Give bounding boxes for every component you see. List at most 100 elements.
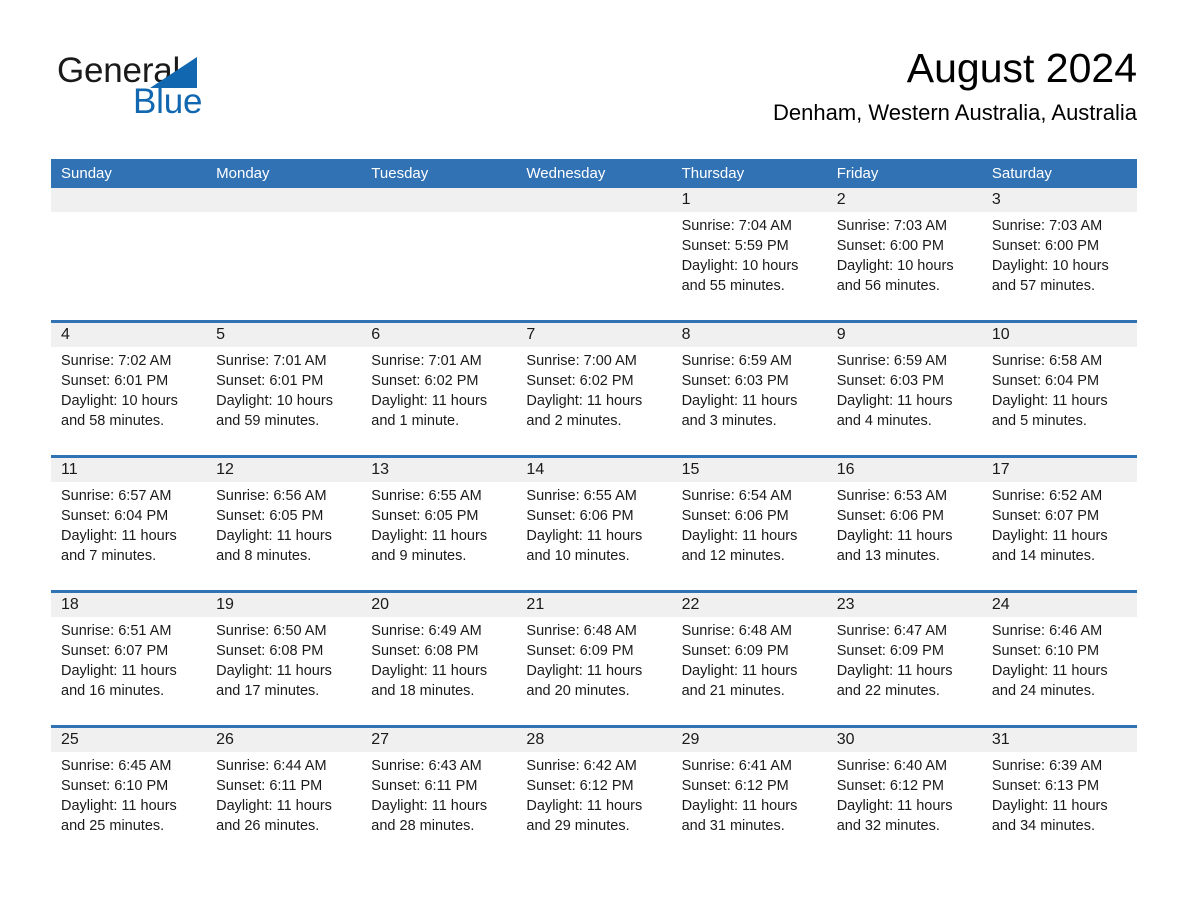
day-sun-info: Sunrise: 7:01 AM Sunset: 6:01 PM Daylight:… [206, 347, 361, 431]
day-sunrise: Sunrise: 7:04 AM [681, 218, 792, 234]
day-number: 11 [51, 458, 207, 482]
day-cell-27[interactable]: 27 Sunrise: 6:43 AM Sunset: 6:11 PM Dayligh… [361, 728, 517, 860]
day-daylight-line1: Daylight: 11 hours [836, 663, 953, 679]
day-sunset: Sunset: 6:02 PM [371, 373, 479, 389]
day-number: 13 [361, 458, 517, 482]
day-daylight-line1: Daylight: 11 hours [371, 528, 488, 544]
day-cell-26[interactable]: 26 Sunrise: 6:44 AM Sunset: 6:11 PM Dayligh… [206, 728, 362, 860]
day-sunrise: Sunrise: 6:39 AM [991, 758, 1103, 774]
day-sun-info: Sunrise: 7:04 AM Sunset: 5:59 PM Daylight:… [672, 212, 827, 296]
day-cell-empty [361, 188, 517, 320]
day-daylight-line2: and 8 minutes. [216, 548, 312, 564]
day-sunset: Sunset: 6:12 PM [681, 778, 789, 794]
day-cell-7[interactable]: 7 Sunrise: 7:00 AM Sunset: 6:02 PM Daylight… [516, 323, 672, 455]
day-sunrise: Sunrise: 6:45 AM [61, 758, 172, 774]
weekday-header-sunday: Sunday [61, 165, 112, 182]
day-number: 26 [206, 728, 362, 752]
day-sunrise: Sunrise: 6:40 AM [836, 758, 948, 774]
calendar-weeks: 1 Sunrise: 7:04 AM Sunset: 5:59 PM Daylight… [51, 188, 1137, 860]
day-daylight-line1: Daylight: 11 hours [216, 528, 332, 544]
day-daylight-line1: Daylight: 11 hours [61, 663, 177, 679]
day-daylight-line2: and 25 minutes. [61, 818, 165, 834]
day-cell-10[interactable]: 10 Sunrise: 6:58 AM Sunset: 6:04 PM Dayligh… [981, 323, 1137, 455]
day-sunrise: Sunrise: 6:49 AM [371, 623, 482, 639]
day-daylight-line2: and 56 minutes. [836, 278, 940, 294]
day-cell-12[interactable]: 12 Sunrise: 6:56 AM Sunset: 6:05 PM Dayligh… [206, 458, 362, 590]
day-cell-25[interactable]: 25 Sunrise: 6:45 AM Sunset: 6:10 PM Dayligh… [51, 728, 207, 860]
day-cell-24[interactable]: 24 Sunrise: 6:46 AM Sunset: 6:10 PM Dayligh… [981, 593, 1137, 725]
day-daylight-line2: and 13 minutes. [836, 548, 940, 564]
day-daylight-line1: Daylight: 11 hours [61, 528, 177, 544]
day-daylight-line2: and 18 minutes. [371, 683, 475, 699]
day-daylight-line2: and 22 minutes. [836, 683, 940, 699]
day-cell-14[interactable]: 14 Sunrise: 6:55 AM Sunset: 6:06 PM Dayligh… [516, 458, 672, 590]
day-daylight-line2: and 5 minutes. [991, 413, 1087, 429]
day-cell-16[interactable]: 16 Sunrise: 6:53 AM Sunset: 6:06 PM Dayligh… [826, 458, 982, 590]
day-cell-29[interactable]: 29 Sunrise: 6:41 AM Sunset: 6:12 PM Dayligh… [671, 728, 827, 860]
day-cell-empty [51, 188, 207, 320]
day-sun-info: Sunrise: 7:02 AM Sunset: 6:01 PM Daylight:… [51, 347, 206, 431]
day-daylight-line2: and 21 minutes. [681, 683, 785, 699]
day-daylight-line1: Daylight: 11 hours [371, 393, 488, 409]
day-cell-21[interactable]: 21 Sunrise: 6:48 AM Sunset: 6:09 PM Dayligh… [516, 593, 672, 725]
day-cell-2[interactable]: 2 Sunrise: 7:03 AM Sunset: 6:00 PM Daylight… [826, 188, 982, 320]
day-sun-info: Sunrise: 6:43 AM Sunset: 6:11 PM Daylight:… [361, 752, 516, 836]
day-sunset: Sunset: 6:05 PM [216, 508, 324, 524]
day-daylight-line1: Daylight: 11 hours [991, 798, 1108, 814]
day-sunrise: Sunrise: 6:59 AM [681, 353, 792, 369]
day-cell-9[interactable]: 9 Sunrise: 6:59 AM Sunset: 6:03 PM Daylight… [826, 323, 982, 455]
day-cell-5[interactable]: 5 Sunrise: 7:01 AM Sunset: 6:01 PM Daylight… [206, 323, 362, 455]
day-sunrise: Sunrise: 7:03 AM [836, 218, 948, 234]
day-daylight-line2: and 17 minutes. [216, 683, 320, 699]
day-cell-3[interactable]: 3 Sunrise: 7:03 AM Sunset: 6:00 PM Daylight… [981, 188, 1137, 320]
day-number: 1 [671, 188, 827, 212]
day-daylight-line1: Daylight: 11 hours [526, 798, 643, 814]
day-number: 3 [981, 188, 1137, 212]
day-sunrise: Sunrise: 6:51 AM [61, 623, 172, 639]
day-cell-30[interactable]: 30 Sunrise: 6:40 AM Sunset: 6:12 PM Dayligh… [826, 728, 982, 860]
day-cell-15[interactable]: 15 Sunrise: 6:54 AM Sunset: 6:06 PM Dayligh… [671, 458, 827, 590]
general-blue-logo[interactable]: General Blue [57, 52, 317, 124]
day-cell-4[interactable]: 4 Sunrise: 7:02 AM Sunset: 6:01 PM Daylight… [51, 323, 207, 455]
weekday-header-saturday: Saturday [991, 165, 1052, 182]
day-daylight-line1: Daylight: 10 hours [991, 258, 1109, 274]
day-daylight-line1: Daylight: 10 hours [836, 258, 954, 274]
day-cell-11[interactable]: 11 Sunrise: 6:57 AM Sunset: 6:04 PM Dayligh… [51, 458, 207, 590]
day-sun-info: Sunrise: 6:59 AM Sunset: 6:03 PM Daylight:… [827, 347, 982, 431]
day-sun-info: Sunrise: 6:57 AM Sunset: 6:04 PM Daylight:… [51, 482, 206, 566]
day-sunset: Sunset: 6:09 PM [681, 643, 789, 659]
day-daylight-line1: Daylight: 11 hours [371, 798, 488, 814]
day-cell-1[interactable]: 1 Sunrise: 7:04 AM Sunset: 5:59 PM Daylight… [671, 188, 827, 320]
day-sun-info: Sunrise: 6:54 AM Sunset: 6:06 PM Daylight:… [672, 482, 827, 566]
day-cell-23[interactable]: 23 Sunrise: 6:47 AM Sunset: 6:09 PM Dayligh… [826, 593, 982, 725]
day-sunset: Sunset: 6:02 PM [526, 373, 634, 389]
day-cell-6[interactable]: 6 Sunrise: 7:01 AM Sunset: 6:02 PM Daylight… [361, 323, 517, 455]
day-daylight-line2: and 26 minutes. [216, 818, 320, 834]
day-sunset: Sunset: 6:12 PM [836, 778, 944, 794]
day-daylight-line1: Daylight: 11 hours [681, 528, 798, 544]
day-cell-20[interactable]: 20 Sunrise: 6:49 AM Sunset: 6:08 PM Dayligh… [361, 593, 517, 725]
day-number: 12 [206, 458, 362, 482]
day-cell-8[interactable]: 8 Sunrise: 6:59 AM Sunset: 6:03 PM Daylight… [671, 323, 827, 455]
day-cell-28[interactable]: 28 Sunrise: 6:42 AM Sunset: 6:12 PM Dayligh… [516, 728, 672, 860]
day-cell-18[interactable]: 18 Sunrise: 6:51 AM Sunset: 6:07 PM Dayligh… [51, 593, 207, 725]
day-sun-info: Sunrise: 6:45 AM Sunset: 6:10 PM Daylight:… [51, 752, 206, 836]
day-cell-13[interactable]: 13 Sunrise: 6:55 AM Sunset: 6:05 PM Dayligh… [361, 458, 517, 590]
day-sunrise: Sunrise: 6:48 AM [681, 623, 792, 639]
day-daylight-line1: Daylight: 11 hours [681, 663, 798, 679]
day-cell-19[interactable]: 19 Sunrise: 6:50 AM Sunset: 6:08 PM Dayligh… [206, 593, 362, 725]
day-daylight-line1: Daylight: 11 hours [991, 663, 1108, 679]
day-sunset: Sunset: 6:05 PM [371, 508, 479, 524]
day-cell-31[interactable]: 31 Sunrise: 6:39 AM Sunset: 6:13 PM Dayligh… [981, 728, 1137, 860]
day-sunrise: Sunrise: 6:59 AM [836, 353, 948, 369]
day-cell-22[interactable]: 22 Sunrise: 6:48 AM Sunset: 6:09 PM Dayligh… [671, 593, 827, 725]
weekday-header-wednesday: Wednesday [526, 165, 606, 182]
day-number: 29 [671, 728, 827, 752]
day-sunrise: Sunrise: 6:55 AM [371, 488, 482, 504]
day-sun-info: Sunrise: 6:56 AM Sunset: 6:05 PM Daylight:… [206, 482, 361, 566]
day-number: 17 [981, 458, 1137, 482]
day-cell-17[interactable]: 17 Sunrise: 6:52 AM Sunset: 6:07 PM Dayligh… [981, 458, 1137, 590]
day-sunset: Sunset: 6:06 PM [526, 508, 634, 524]
day-sun-info: Sunrise: 6:55 AM Sunset: 6:05 PM Daylight:… [361, 482, 516, 566]
day-sunset: Sunset: 6:00 PM [836, 238, 944, 254]
